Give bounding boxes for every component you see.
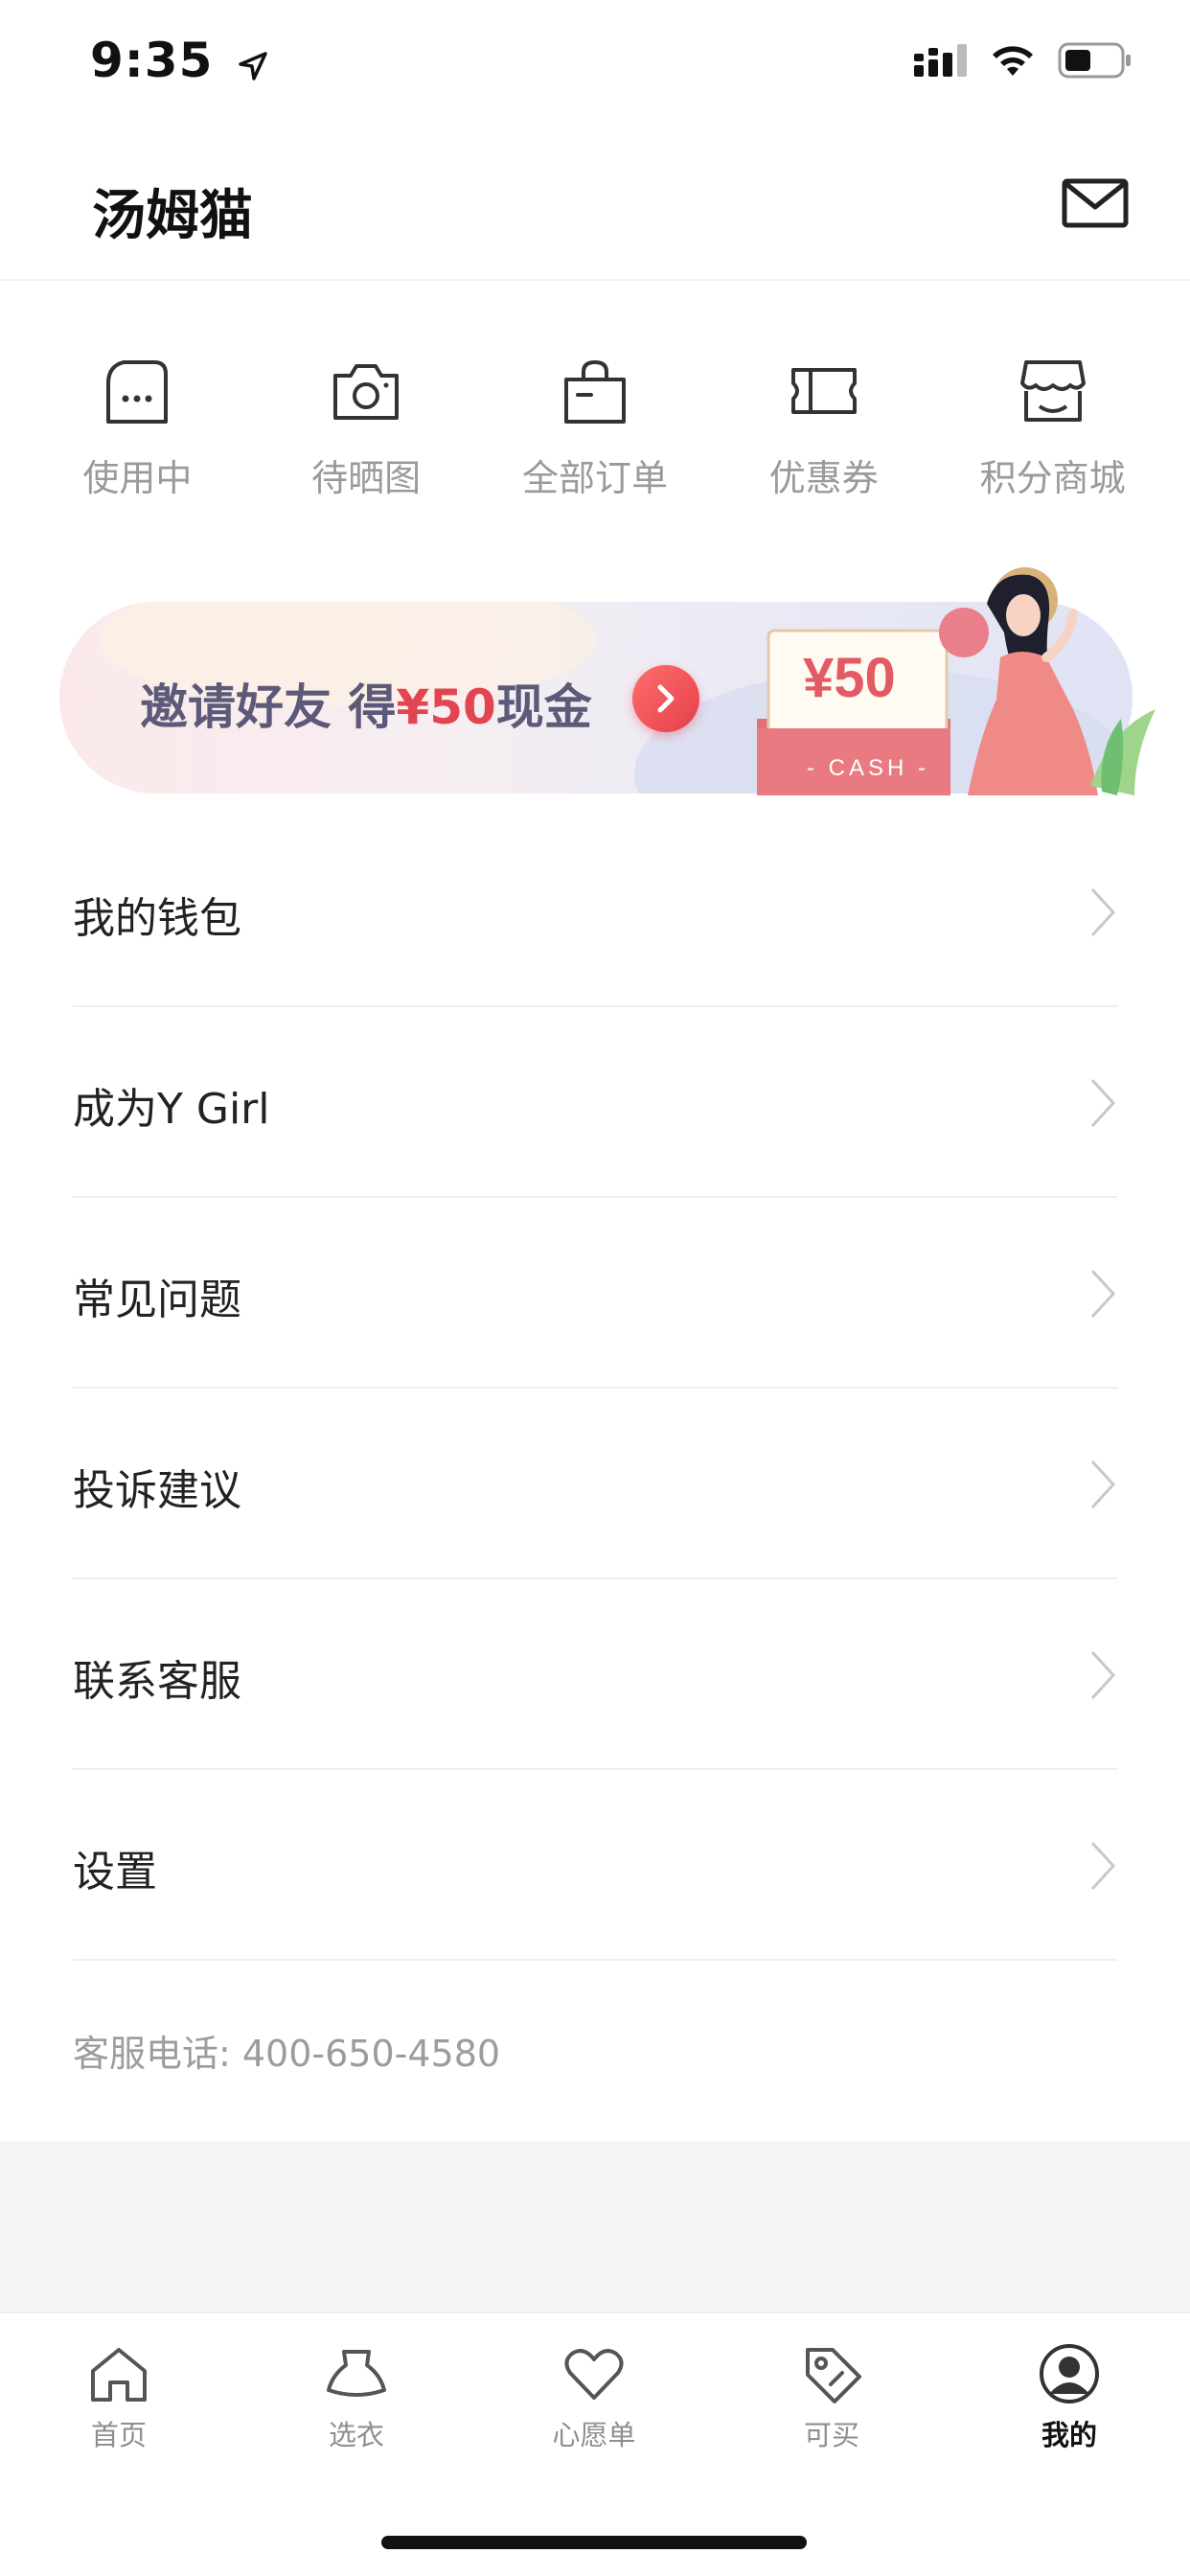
- menu-item-settings[interactable]: 设置: [73, 1770, 1117, 1961]
- quick-action-all-orders[interactable]: 全部订单: [490, 355, 700, 508]
- tab-label: 首页: [90, 2419, 147, 2451]
- shopping-bag-icon: [563, 359, 626, 424]
- menu-item-wallet[interactable]: 我的钱包: [73, 816, 1117, 1007]
- heart-icon: [564, 2349, 624, 2400]
- tab-home[interactable]: 首页: [42, 2342, 195, 2453]
- home-indicator[interactable]: [381, 2536, 807, 2549]
- girl-illustration: [939, 567, 1156, 795]
- menu-item-label: 投诉建议: [73, 1466, 241, 1515]
- tab-choose-clothes[interactable]: 选衣: [280, 2342, 433, 2453]
- chevron-right-icon: [657, 684, 675, 713]
- page-header: 汤姆猫: [0, 144, 1190, 281]
- menu-item-label: 常见问题: [73, 1276, 241, 1324]
- status-time: 9:35: [90, 33, 267, 92]
- menu-item-label: 我的钱包: [73, 894, 241, 943]
- quick-action-pending-photos[interactable]: 待晒图: [261, 355, 471, 508]
- messages-button[interactable]: [1062, 178, 1129, 228]
- chevron-right-icon: [1090, 887, 1116, 937]
- banner-headline: 邀请好友 得¥50现金: [140, 669, 592, 738]
- quick-action-points-mall[interactable]: 积分商城: [948, 355, 1158, 508]
- chevron-right-icon: [1090, 1269, 1116, 1319]
- quick-action-label: 优惠券: [768, 457, 879, 499]
- menu-item-label: 联系客服: [73, 1657, 241, 1706]
- banner-text-prefix: 邀请好友 得: [140, 679, 397, 735]
- quick-action-label: 使用中: [82, 457, 193, 499]
- banner-go-button[interactable]: [632, 665, 699, 732]
- battery-icon: [1058, 42, 1131, 79]
- menu-item-faq[interactable]: 常见问题: [73, 1198, 1117, 1389]
- cash-card-illustration: ¥50 - CASH -: [753, 613, 954, 795]
- home-icon: [91, 2348, 147, 2402]
- status-bar: 9:35: [0, 0, 1190, 126]
- quick-action-in-use[interactable]: 使用中: [32, 355, 242, 508]
- tab-profile[interactable]: 我的: [993, 2342, 1146, 2453]
- quick-action-coupons[interactable]: 优惠券: [719, 355, 929, 508]
- bottom-spacer: [0, 2141, 1190, 2312]
- tab-label: 我的: [1041, 2419, 1097, 2451]
- cellular-signal-icon: [914, 44, 967, 77]
- dress-icon: [327, 2350, 386, 2397]
- chevron-right-icon: [1090, 1460, 1116, 1509]
- tab-wishlist[interactable]: 心愿单: [517, 2342, 671, 2453]
- mail-icon: [1062, 178, 1129, 228]
- cash-card-label: - CASH -: [807, 755, 929, 781]
- menu-item-label: 设置: [73, 1848, 157, 1897]
- ticket-icon: [790, 368, 857, 414]
- store-icon: [1019, 360, 1086, 422]
- quick-action-label: 全部订单: [521, 457, 668, 499]
- banner-amount: ¥50: [396, 679, 496, 735]
- tab-buyable[interactable]: 可买: [755, 2342, 908, 2453]
- chevron-right-icon: [1090, 1078, 1116, 1128]
- location-arrow-icon: [239, 36, 267, 92]
- camera-icon: [333, 364, 400, 420]
- chevron-right-icon: [1090, 1650, 1116, 1700]
- quick-action-label: 待晒图: [311, 457, 422, 499]
- tab-label: 心愿单: [552, 2419, 636, 2451]
- quick-action-label: 积分商城: [979, 457, 1126, 499]
- tag-icon: [806, 2348, 861, 2404]
- status-indicators: [914, 42, 1133, 79]
- in-use-bag-icon: [106, 360, 169, 424]
- account-menu: 我的钱包 成为Y Girl 常见问题 投诉建议 联系客服 设置: [73, 816, 1117, 1961]
- customer-service-hotline[interactable]: 客服电话: 400-650-4580: [73, 2024, 500, 2077]
- invite-friends-banner[interactable]: 邀请好友 得¥50现金 ¥50 - CASH -: [59, 565, 1159, 795]
- cash-card-amount: ¥50: [803, 647, 896, 709]
- menu-item-become-y-girl[interactable]: 成为Y Girl: [73, 1007, 1117, 1198]
- tab-label: 可买: [803, 2419, 859, 2451]
- page-title: 汤姆猫: [92, 185, 253, 247]
- chevron-right-icon: [1090, 1841, 1116, 1891]
- profile-icon: [1040, 2344, 1099, 2404]
- tab-label: 选衣: [328, 2419, 384, 2451]
- menu-item-label: 成为Y Girl: [73, 1085, 270, 1134]
- menu-item-contact-support[interactable]: 联系客服: [73, 1579, 1117, 1770]
- wifi-icon: [993, 46, 1033, 76]
- status-time-text: 9:35: [90, 33, 214, 88]
- banner-text-suffix: 现金: [495, 679, 592, 735]
- order-quick-actions: 使用中 待晒图 全部订单 优惠券 积分商城: [0, 355, 1190, 508]
- menu-item-feedback[interactable]: 投诉建议: [73, 1389, 1117, 1579]
